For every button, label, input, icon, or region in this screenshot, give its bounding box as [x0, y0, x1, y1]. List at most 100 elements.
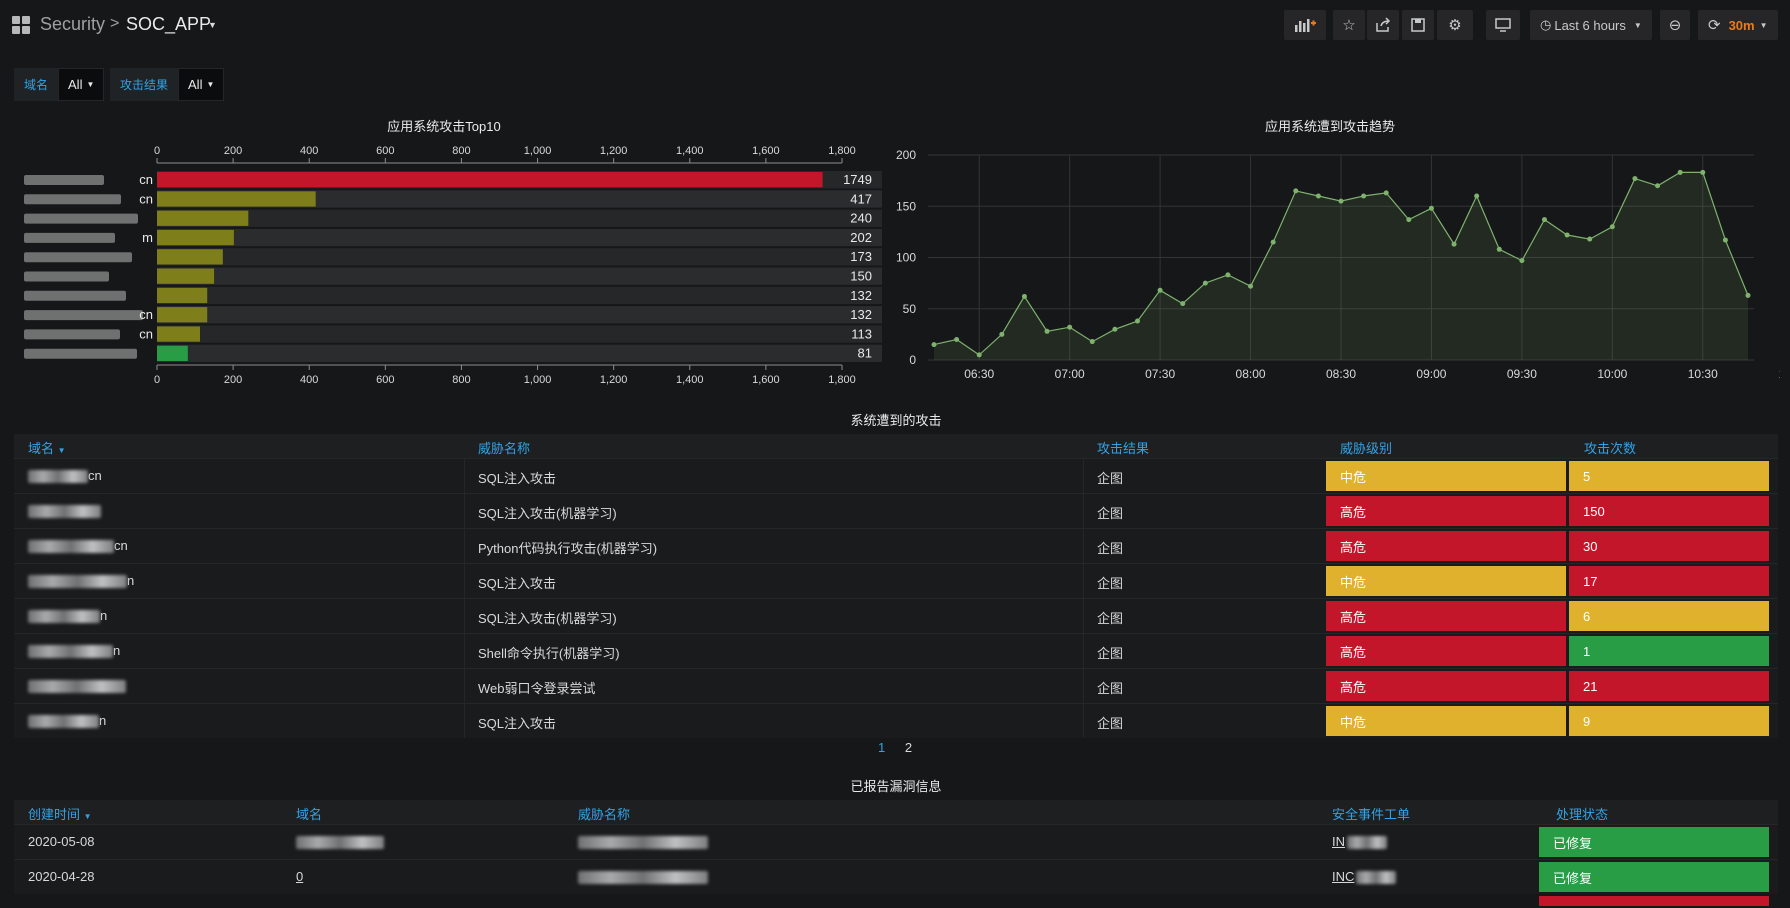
data-point[interactable] — [1135, 318, 1140, 324]
save-button[interactable] — [1402, 10, 1434, 40]
bar[interactable] — [157, 249, 223, 265]
share-button[interactable] — [1367, 10, 1399, 40]
breadcrumb-section[interactable]: Security — [40, 14, 105, 35]
data-point[interactable] — [1067, 324, 1073, 330]
data-point[interactable] — [1315, 193, 1321, 199]
bar[interactable] — [157, 229, 234, 246]
column-header-created[interactable]: 创建时间 ▼ — [28, 804, 92, 823]
data-point[interactable] — [1474, 193, 1480, 199]
star-button[interactable]: ☆ — [1333, 10, 1365, 40]
y-tick-label: 100 — [896, 251, 916, 265]
caret-down-icon[interactable]: ▼ — [208, 20, 217, 30]
column-header-result[interactable]: 攻击结果 — [1097, 438, 1149, 457]
domain-cell[interactable]: n — [28, 573, 134, 589]
refresh-button[interactable]: ⟳ 30m ▼ — [1698, 10, 1778, 40]
data-point[interactable] — [1202, 280, 1208, 286]
data-point[interactable] — [1451, 241, 1457, 247]
column-header-threat[interactable]: 威胁名称 — [478, 438, 530, 457]
data-point[interactable] — [1496, 246, 1502, 252]
dashboards-grid-icon[interactable] — [12, 16, 30, 34]
data-point[interactable] — [1406, 217, 1412, 223]
data-point[interactable] — [1361, 193, 1367, 199]
ticket-link[interactable]: INC — [1332, 869, 1397, 885]
data-point[interactable] — [1564, 232, 1570, 238]
table-row[interactable]: 2020-05-08 IN 已修复 — [14, 824, 1778, 859]
data-point[interactable] — [1632, 176, 1638, 182]
data-point[interactable] — [1700, 169, 1706, 175]
column-header-level[interactable]: 威胁级别 — [1340, 438, 1392, 457]
data-point[interactable] — [1089, 339, 1095, 345]
table-row[interactable]: Web弱口令登录尝试 企图 高危 21 — [14, 668, 1778, 703]
data-point[interactable] — [1519, 258, 1525, 264]
data-point[interactable] — [1248, 283, 1254, 289]
data-point[interactable] — [1722, 237, 1728, 243]
data-point[interactable] — [1587, 236, 1593, 242]
data-point[interactable] — [1609, 224, 1615, 230]
bar[interactable] — [157, 191, 316, 207]
variable-domain-select[interactable]: All ▼ — [58, 68, 105, 101]
table-row[interactable]: n SQL注入攻击(机器学习) 企图 高危 6 — [14, 598, 1778, 633]
page-link[interactable]: 2 — [905, 740, 912, 755]
data-point[interactable] — [1225, 272, 1231, 278]
domain-cell[interactable]: cn — [28, 538, 128, 554]
bar[interactable] — [157, 172, 823, 188]
column-header-threat[interactable]: 威胁名称 — [578, 804, 630, 823]
variable-label: 域名 — [14, 68, 59, 101]
domain-cell[interactable]: n — [28, 643, 120, 659]
table-row[interactable]: n SQL注入攻击 企图 中危 17 — [14, 563, 1778, 598]
data-point[interactable] — [1338, 198, 1344, 204]
variable-result-select[interactable]: All ▼ — [178, 68, 225, 101]
bar[interactable] — [157, 326, 201, 342]
bar[interactable] — [157, 345, 188, 361]
column-header-count[interactable]: 攻击次数 — [1584, 438, 1636, 457]
category-label-redacted — [24, 252, 132, 263]
data-point[interactable] — [1021, 293, 1027, 299]
bar[interactable] — [157, 210, 249, 226]
table-row[interactable]: cn Python代码执行攻击(机器学习) 企图 高危 30 — [14, 528, 1778, 563]
data-point[interactable] — [1542, 217, 1547, 223]
table-row[interactable]: SQL注入攻击(机器学习) 企图 高危 150 — [14, 493, 1778, 528]
domain-link[interactable]: 0 — [296, 869, 303, 884]
bar[interactable] — [157, 268, 215, 284]
data-point[interactable] — [1112, 326, 1118, 332]
data-point[interactable] — [1677, 169, 1683, 175]
table-row[interactable]: n Shell命令执行(机器学习) 企图 高危 1 — [14, 633, 1778, 668]
zoom-out-button[interactable]: ⊖ — [1660, 10, 1690, 40]
data-point[interactable] — [1745, 292, 1751, 298]
x-tick-label: 10:00 — [1597, 367, 1627, 381]
table-row[interactable]: cn SQL注入攻击 企图 中危 5 — [14, 458, 1778, 493]
time-picker-button[interactable]: ◷ Last 6 hours ▼ — [1530, 10, 1652, 40]
domain-link[interactable] — [296, 834, 384, 850]
dashboard-title[interactable]: SOC_APP — [126, 14, 211, 35]
data-point[interactable] — [1655, 183, 1661, 189]
bar[interactable] — [157, 307, 208, 323]
column-header-ticket[interactable]: 安全事件工单 — [1332, 804, 1410, 823]
data-point[interactable] — [1044, 328, 1050, 334]
domain-cell[interactable]: n — [28, 608, 107, 624]
data-point[interactable] — [1293, 188, 1299, 194]
ticket-link[interactable]: IN — [1332, 834, 1387, 850]
data-point[interactable] — [1428, 205, 1434, 211]
table-row[interactable]: 2020-04-28 0 INC 已修复 — [14, 859, 1778, 894]
data-point[interactable] — [999, 331, 1005, 337]
domain-cell[interactable] — [28, 678, 126, 694]
domain-cell[interactable] — [28, 503, 101, 519]
table-row[interactable]: n SQL注入攻击 企图 中危 9 — [14, 703, 1778, 738]
column-header-domain[interactable]: 域名 — [296, 804, 322, 823]
column-header-status[interactable]: 处理状态 — [1556, 804, 1608, 823]
data-point[interactable] — [1157, 287, 1163, 293]
page-link[interactable]: 1 — [878, 740, 885, 755]
data-point[interactable] — [954, 337, 960, 342]
bar[interactable] — [157, 287, 208, 304]
settings-button[interactable]: ⚙ — [1437, 10, 1473, 40]
domain-cell[interactable]: cn — [28, 468, 102, 484]
column-header-domain[interactable]: 域名 ▼ — [28, 438, 66, 457]
add-panel-button[interactable] — [1284, 10, 1326, 40]
data-point[interactable] — [1383, 190, 1389, 196]
tv-mode-button[interactable] — [1486, 10, 1520, 40]
domain-cell[interactable]: n — [28, 713, 106, 729]
data-point[interactable] — [976, 352, 982, 358]
data-point[interactable] — [1180, 301, 1186, 307]
data-point[interactable] — [931, 342, 937, 348]
data-point[interactable] — [1270, 239, 1276, 245]
